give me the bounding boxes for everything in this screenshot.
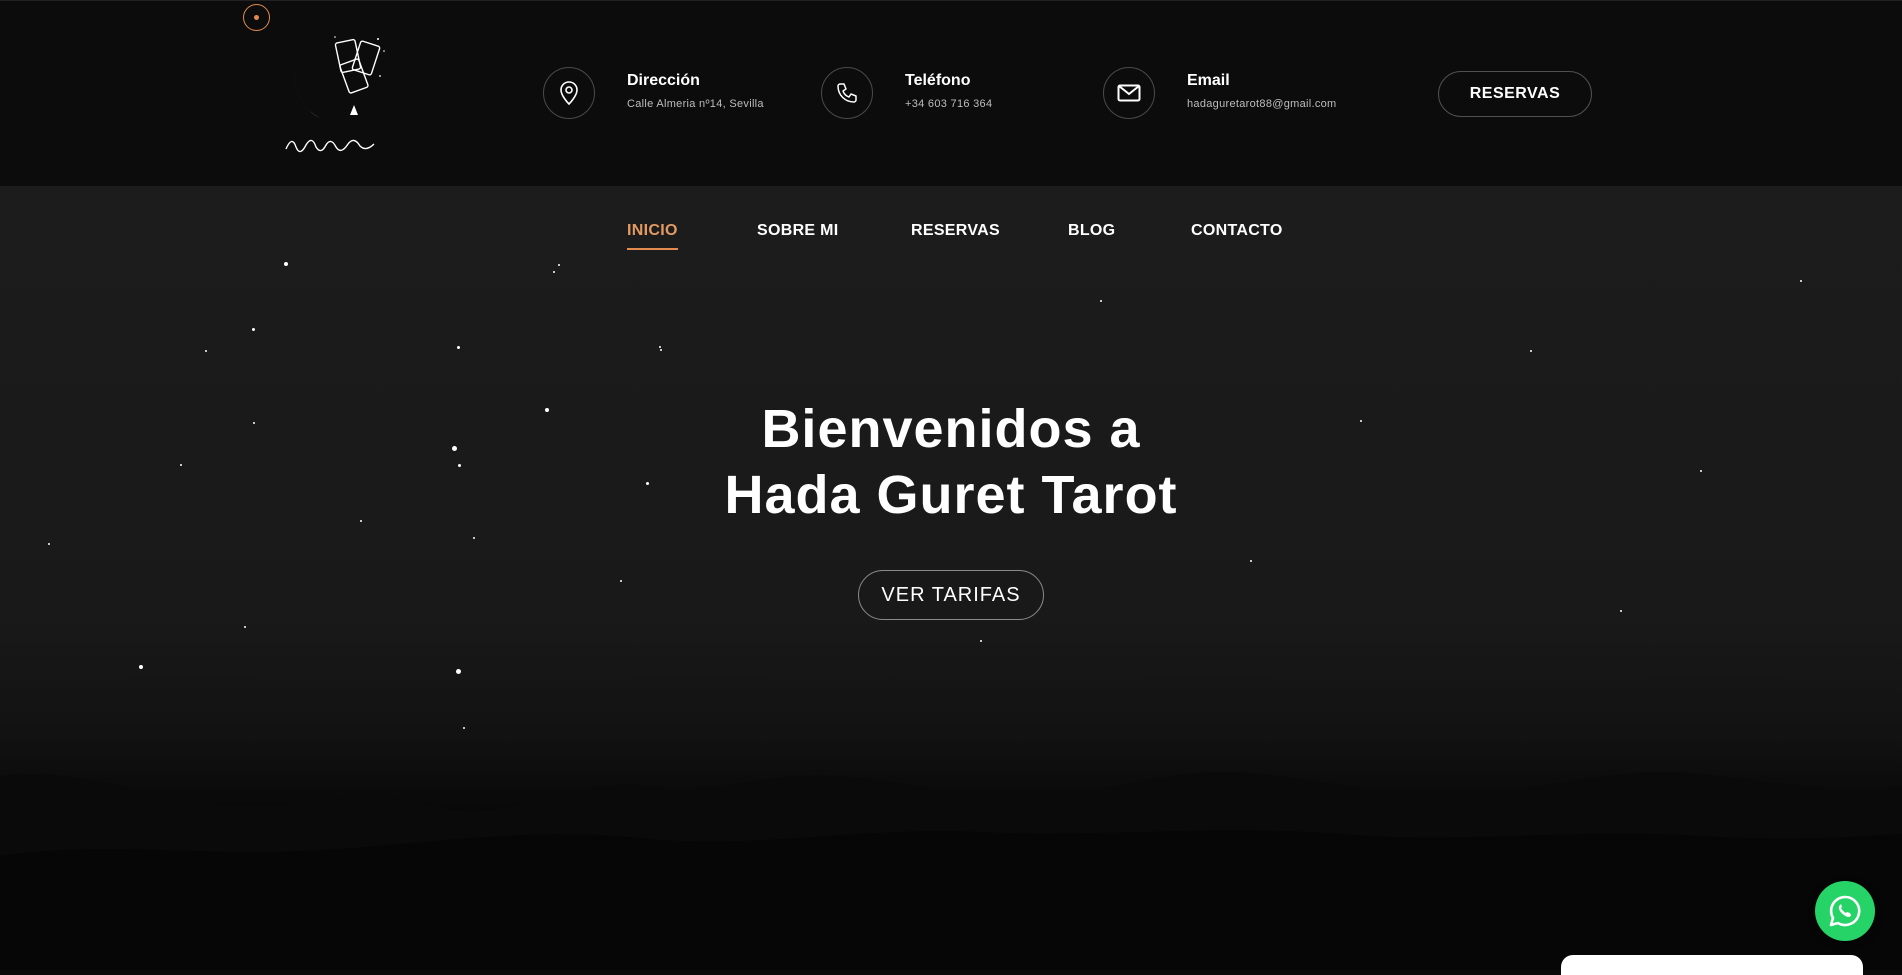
hero-title-line2: Hada Guret Tarot xyxy=(724,465,1178,525)
nav-item-reservas[interactable]: RESERVAS xyxy=(911,222,1000,240)
orbit-dot-icon xyxy=(243,4,270,31)
hero-title-line1: Bienvenidos a xyxy=(761,399,1141,459)
address-value: Calle Almeria nº14, Sevilla xyxy=(627,98,764,110)
phone-icon xyxy=(821,67,873,119)
envelope-icon xyxy=(1103,67,1155,119)
whatsapp-icon[interactable] xyxy=(1815,881,1875,941)
email-value[interactable]: hadaguretarot88@gmail.com xyxy=(1187,98,1337,110)
site-logo[interactable] xyxy=(280,31,405,161)
email-title: Email xyxy=(1187,72,1230,89)
main-nav: INICIO SOBRE MI RESERVAS BLOG CONTACTO xyxy=(0,222,1902,252)
map-pin-icon xyxy=(543,67,595,119)
phone-title: Teléfono xyxy=(905,72,971,89)
nav-item-contacto[interactable]: CONTACTO xyxy=(1191,222,1283,240)
address-title: Dirección xyxy=(627,72,700,89)
phone-value[interactable]: +34 603 716 364 xyxy=(905,98,992,110)
nav-item-sobre-mi[interactable]: SOBRE MI xyxy=(757,222,839,240)
mountain-silhouette xyxy=(0,772,1902,970)
site-header: Dirección Calle Almeria nº14, Sevilla Te… xyxy=(0,0,1902,187)
chat-panel-edge xyxy=(1561,955,1863,975)
nav-item-blog[interactable]: BLOG xyxy=(1068,222,1115,240)
reservas-button[interactable]: RESERVAS xyxy=(1438,71,1592,117)
ver-tarifas-button[interactable]: VER TARIFAS xyxy=(858,570,1044,620)
nav-item-inicio[interactable]: INICIO xyxy=(627,222,678,250)
